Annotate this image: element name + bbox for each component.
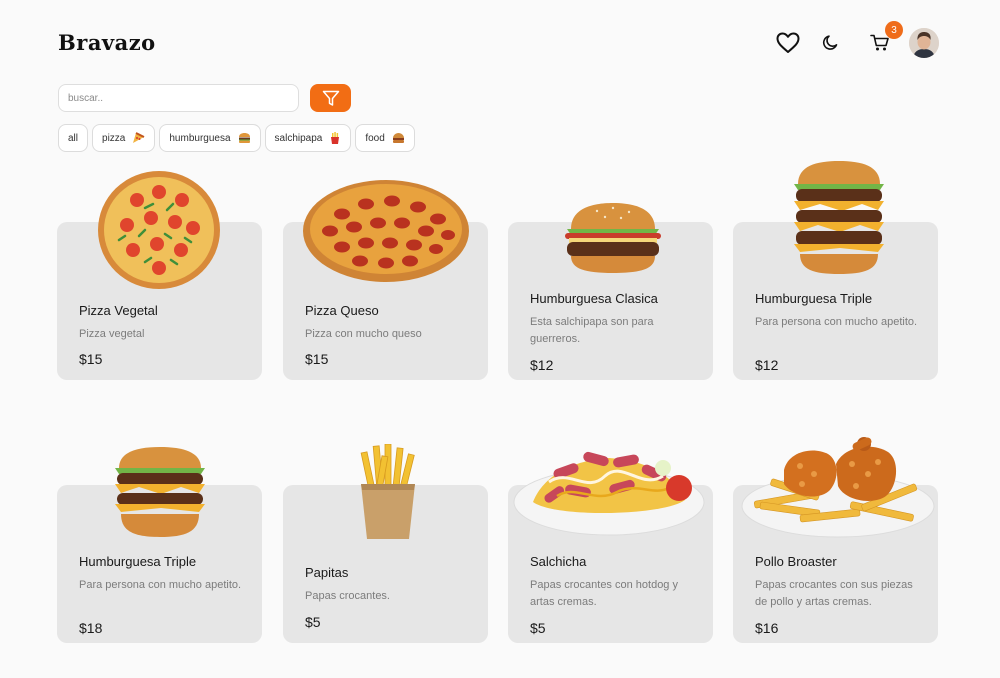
category-chip-food[interactable]: food [355,124,415,152]
filter-icon [322,90,339,106]
category-label: salchipapa [274,132,323,144]
category-label: all [68,132,79,144]
product-price: $16 [755,620,779,636]
product-description: Pizza vegetal [79,328,145,340]
product-description: Pizza con mucho queso [305,328,422,340]
category-label: food [365,132,385,144]
fries-emoji-icon [331,132,340,144]
product-description: Para persona con mucho apetito. [755,316,918,328]
pizza-vegetal-image [98,171,220,289]
product-price: $18 [79,620,103,636]
pizza-emoji-icon [133,132,145,143]
product-name: Salchicha [530,554,587,569]
product-price: $5 [530,620,546,636]
filter-button[interactable] [310,84,351,112]
papitas-image [360,444,415,539]
category-filter: all pizza humburguesa salchipapa food [58,124,415,152]
product-name: Pizza Queso [305,303,379,318]
avatar-image [909,28,939,58]
product-name: Pollo Broaster [755,554,837,569]
humburguesa-triple-image [115,447,205,537]
category-label: humburguesa [169,132,231,144]
product-price: $12 [755,357,779,373]
humburguesa-clasica-image [565,203,661,273]
heart-icon [776,32,800,53]
theme-toggle[interactable] [818,30,844,56]
product-price: $15 [79,351,103,367]
header: Bravazo 3 [58,21,940,60]
salchicha-image [513,451,705,536]
search-input[interactable] [58,84,299,112]
product-name: Pizza Vegetal [79,303,158,318]
category-chip-humburguesa[interactable]: humburguesa [159,124,261,152]
product-description: Papas crocantes con hotdog y artas crema… [530,579,678,608]
product-description: Para persona con mucho apetito. [79,579,242,591]
product-description: Papas crocantes. [305,590,390,602]
food-emoji-icon [392,133,404,143]
logo[interactable]: Bravazo [58,30,156,55]
product-description: Esta salchipapa son para guerreros. [530,316,654,345]
user-avatar[interactable] [909,28,939,58]
product-price: $15 [305,351,329,367]
burger-emoji-icon [238,133,250,143]
humburguesa-triple-image [794,161,884,274]
product-name: Humburguesa Triple [755,291,873,306]
favorites-button[interactable] [775,30,801,56]
product-name: Humburguesa Clasica [530,291,658,306]
category-chip-salchipapa[interactable]: salchipapa [264,124,352,152]
category-label: pizza [102,132,126,144]
product-name: Humburguesa Triple [79,554,197,569]
cart-count-badge: 3 [885,21,903,39]
category-chip-pizza[interactable]: pizza [92,124,156,152]
product-price: $12 [530,357,554,373]
moon-icon [823,35,838,50]
product-price: $5 [305,614,321,630]
cart-button[interactable]: 3 [867,21,903,56]
category-chip-all[interactable]: all [58,124,89,152]
pollo-broaster-image [741,437,935,538]
product-description: Papas crocantes con sus piezas de pollo … [755,579,913,608]
pizza-queso-image [303,180,469,282]
product-name: Papitas [305,565,349,580]
